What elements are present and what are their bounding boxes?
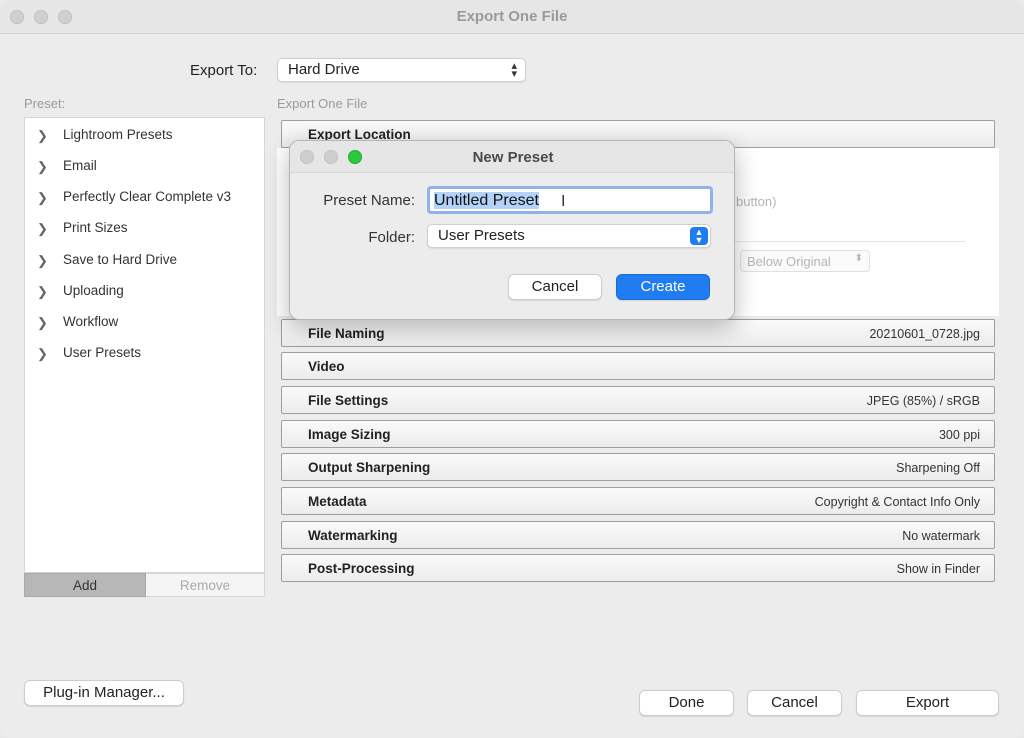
section-summary: 20210601_0728.jpg	[869, 327, 980, 341]
window-titlebar: Export One File	[0, 0, 1024, 34]
preset-folder-perfectly-clear[interactable]: ❯ Perfectly Clear Complete v3	[25, 184, 264, 212]
export-button[interactable]: Export	[856, 690, 999, 716]
section-title: Video	[308, 359, 345, 374]
section-video[interactable]: Video	[281, 352, 995, 380]
preset-folder-label: Email	[63, 158, 97, 173]
preset-folder-label: Workflow	[63, 314, 119, 329]
text-cursor-icon: Ι	[561, 193, 566, 210]
done-button[interactable]: Done	[639, 690, 734, 716]
dialog-cancel-button[interactable]: Cancel	[508, 274, 602, 300]
section-summary: No watermark	[902, 529, 980, 543]
cancel-button[interactable]: Cancel	[747, 690, 842, 716]
section-watermarking[interactable]: Watermarking No watermark	[281, 521, 995, 549]
window-title: Export One File	[456, 8, 568, 25]
chevron-updown-icon: ▲ ▼	[690, 227, 708, 245]
chevron-right-icon[interactable]: ❯	[37, 315, 48, 331]
preset-folder-label: Print Sizes	[63, 220, 128, 235]
preset-folder-lightroom-presets[interactable]: ❯ Lightroom Presets	[25, 122, 264, 150]
section-file-naming[interactable]: File Naming 20210601_0728.jpg	[281, 319, 995, 347]
folder-value: User Presets	[438, 227, 525, 244]
add-preset-button[interactable]: Add	[24, 573, 146, 597]
preset-name-label: Preset Name:	[323, 192, 415, 209]
folder-select[interactable]: User Presets ▲ ▼	[427, 224, 711, 248]
below-original-value: Below Original	[747, 254, 831, 269]
chevron-right-icon[interactable]: ❯	[37, 284, 48, 300]
preset-folder-user-presets[interactable]: ❯ User Presets	[25, 340, 264, 368]
chevron-right-icon[interactable]: ❯	[37, 159, 48, 175]
export-one-file-label: Export One File	[277, 96, 368, 111]
section-summary: Sharpening Off	[896, 461, 980, 475]
preset-name-input[interactable]: Untitled Preset Ι	[427, 186, 713, 214]
section-title: File Settings	[308, 393, 389, 408]
folder-label: Folder:	[368, 229, 415, 246]
section-title: Post-Processing	[308, 561, 415, 576]
section-summary: Copyright & Contact Info Only	[814, 495, 980, 509]
dialog-titlebar: New Preset	[290, 141, 734, 173]
preset-folder-label: User Presets	[63, 345, 142, 360]
export-one-file-window: Export One File Export To: Hard Drive ▴ ▾…	[0, 0, 1024, 738]
section-summary: JPEG (85%) / sRGB	[866, 394, 980, 408]
preset-folder-uploading[interactable]: ❯ Uploading	[25, 278, 264, 306]
chevron-right-icon[interactable]: ❯	[37, 128, 48, 144]
chevron-right-icon[interactable]: ❯	[37, 346, 48, 362]
create-button[interactable]: Create	[616, 274, 710, 300]
section-file-settings[interactable]: File Settings JPEG (85%) / sRGB	[281, 386, 995, 414]
export-to-value: Hard Drive	[288, 61, 360, 78]
preset-folder-label: Uploading	[63, 283, 124, 298]
section-title: File Naming	[308, 326, 385, 341]
export-to-select[interactable]: Hard Drive ▴ ▾	[277, 58, 526, 82]
preset-label: Preset:	[24, 96, 66, 111]
chevron-updown-icon: ⬍	[854, 253, 863, 264]
section-output-sharpening[interactable]: Output Sharpening Sharpening Off	[281, 453, 995, 481]
chevron-right-icon[interactable]: ❯	[37, 221, 48, 237]
chevron-right-icon[interactable]: ❯	[37, 253, 48, 269]
preset-folder-label: Save to Hard Drive	[63, 252, 178, 267]
preset-folder-workflow[interactable]: ❯ Workflow	[25, 309, 264, 337]
section-title: Output Sharpening	[308, 460, 431, 475]
preset-name-value: Untitled Preset	[434, 192, 539, 209]
divider	[735, 241, 965, 242]
obscured-hint-text: button)	[736, 194, 777, 209]
section-post-processing[interactable]: Post-Processing Show in Finder	[281, 554, 995, 582]
chevron-right-icon[interactable]: ❯	[37, 190, 48, 206]
export-to-label: Export To:	[190, 62, 258, 79]
new-preset-dialog: New Preset Preset Name: Untitled Preset …	[289, 140, 735, 320]
preset-folder-label: Lightroom Presets	[63, 127, 173, 142]
section-summary: Show in Finder	[896, 562, 980, 576]
section-metadata[interactable]: Metadata Copyright & Contact Info Only	[281, 487, 995, 515]
preset-folder-print-sizes[interactable]: ❯ Print Sizes	[25, 215, 264, 243]
preset-list: ❯ Lightroom Presets ❯ Email ❯ Perfectly …	[24, 117, 265, 573]
dialog-title: New Preset	[472, 149, 554, 166]
remove-preset-button[interactable]: Remove	[146, 573, 265, 597]
section-title: Metadata	[308, 494, 367, 509]
plugin-manager-button[interactable]: Plug-in Manager...	[24, 680, 184, 706]
section-image-sizing[interactable]: Image Sizing 300 ppi	[281, 420, 995, 448]
chevron-updown-icon: ▴ ▾	[511, 60, 517, 80]
preset-folder-email[interactable]: ❯ Email	[25, 153, 264, 181]
preset-folder-label: Perfectly Clear Complete v3	[63, 189, 232, 204]
below-original-select[interactable]: Below Original ⬍	[740, 250, 870, 272]
section-summary: 300 ppi	[938, 428, 980, 442]
section-title: Image Sizing	[308, 427, 391, 442]
section-title: Watermarking	[308, 528, 398, 543]
preset-folder-save-to-hard-drive[interactable]: ❯ Save to Hard Drive	[25, 247, 264, 275]
